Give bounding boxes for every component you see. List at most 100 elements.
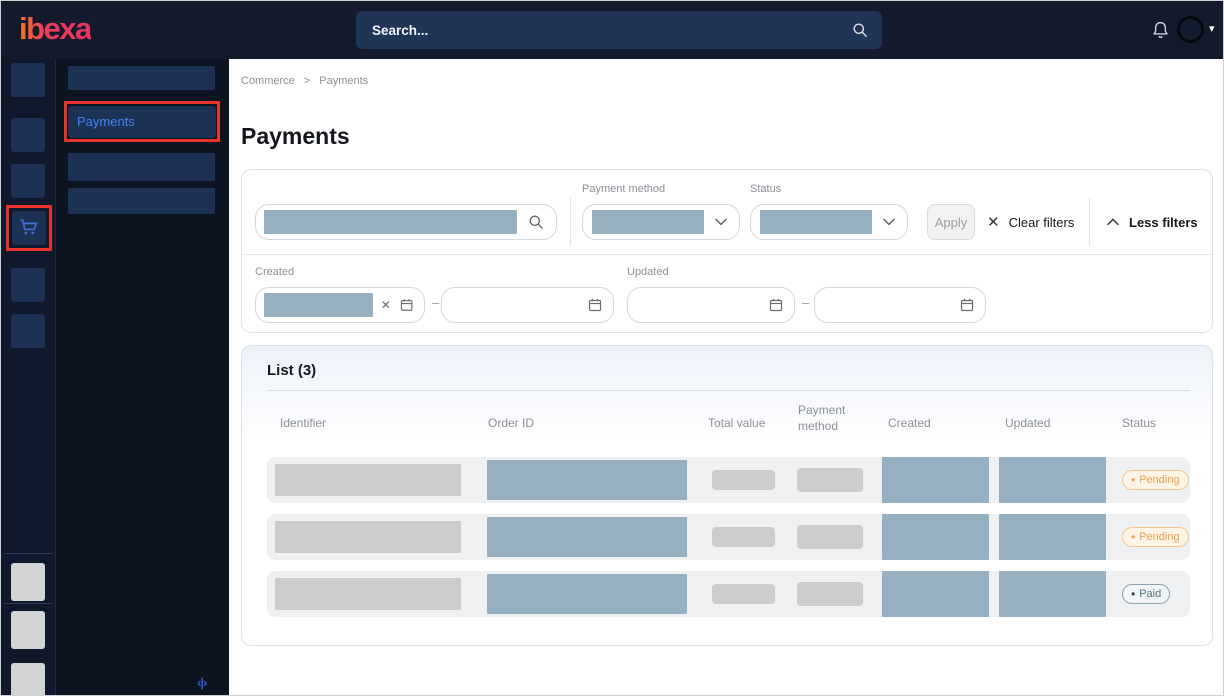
redacted-payment-method xyxy=(797,525,863,549)
redacted-created xyxy=(882,571,989,617)
notifications-bell-icon[interactable] xyxy=(1151,20,1170,40)
chevron-down-icon xyxy=(883,218,895,226)
status-dot-icon: • xyxy=(1131,588,1135,600)
updated-label: Updated xyxy=(627,266,669,278)
rail-item-5[interactable] xyxy=(11,268,45,302)
status-badge: • Pending xyxy=(1122,470,1189,490)
search-icon xyxy=(852,22,868,38)
range-dash: – xyxy=(802,295,809,310)
range-dash: – xyxy=(432,295,439,310)
search-icon xyxy=(528,214,544,230)
rail-item-bottom-1[interactable] xyxy=(11,563,45,601)
payment-method-label: Payment method xyxy=(582,183,665,195)
redacted-order-id xyxy=(487,574,687,614)
main-content: Commerce > Payments Payments Payment met… xyxy=(229,59,1224,696)
global-search-input[interactable]: Search... xyxy=(356,11,882,49)
redacted-payment-method-value xyxy=(592,210,704,234)
annotation-box-cart xyxy=(6,205,52,251)
filter-divider xyxy=(1089,198,1090,246)
redacted-updated xyxy=(999,571,1106,617)
clear-filters-button[interactable]: ✕ Clear filters xyxy=(987,204,1074,240)
redacted-created-from-value xyxy=(264,293,373,317)
redacted-total-value xyxy=(712,470,775,490)
icon-rail xyxy=(1,59,56,696)
commerce-cart-icon[interactable] xyxy=(12,211,46,245)
filters-row-divider xyxy=(242,254,1212,255)
list-card: List (3) Identifier Order ID Total value… xyxy=(241,345,1213,646)
redacted-created xyxy=(882,457,989,503)
column-total-value: Total value xyxy=(708,416,765,430)
redacted-total-value xyxy=(712,584,775,604)
updated-from-input[interactable] xyxy=(627,287,795,323)
filters-card: Payment method Status Apply ✕ Clear filt… xyxy=(241,169,1213,333)
created-from-input[interactable]: ✕ xyxy=(255,287,425,323)
rail-item-bottom-2[interactable] xyxy=(11,611,45,649)
calendar-icon[interactable] xyxy=(959,297,975,313)
status-badge-label: Pending xyxy=(1139,531,1179,543)
annotation-box-payments: Payments xyxy=(64,101,220,142)
close-icon[interactable]: ✕ xyxy=(381,298,391,312)
breadcrumb: Commerce > Payments xyxy=(241,75,368,87)
list-title: List (3) xyxy=(267,362,316,379)
table-row[interactable]: • Pending xyxy=(267,514,1190,560)
created-to-input[interactable] xyxy=(441,287,614,323)
clear-filters-label: Clear filters xyxy=(1009,215,1075,230)
rail-item-3[interactable] xyxy=(11,164,45,198)
redacted-identifier xyxy=(275,578,461,610)
status-badge-label: Paid xyxy=(1139,588,1161,600)
calendar-icon[interactable] xyxy=(399,297,414,313)
filter-search-input[interactable] xyxy=(255,204,557,240)
calendar-icon[interactable] xyxy=(587,297,603,313)
redacted-status-value xyxy=(760,210,872,234)
column-identifier: Identifier xyxy=(280,416,326,430)
subnav-item-4[interactable] xyxy=(68,188,215,214)
subnav-payments-label: Payments xyxy=(77,114,135,129)
chevron-down-icon xyxy=(715,218,727,226)
breadcrumb-commerce[interactable]: Commerce xyxy=(241,75,295,87)
rail-item-bottom-3[interactable] xyxy=(11,663,45,696)
rail-divider xyxy=(5,553,52,554)
redacted-payment-method xyxy=(797,468,863,492)
created-label: Created xyxy=(255,266,294,278)
column-created: Created xyxy=(888,416,931,430)
redacted-search-value xyxy=(264,210,517,234)
less-filters-label: Less filters xyxy=(1129,215,1198,230)
apply-button[interactable]: Apply xyxy=(927,204,975,240)
table-row[interactable]: • Paid xyxy=(267,571,1190,617)
ibexa-admin-window: ibexa Search... ▾ Payments xyxy=(0,0,1224,696)
user-avatar[interactable] xyxy=(1177,16,1204,43)
breadcrumb-payments[interactable]: Payments xyxy=(319,75,368,87)
table-row[interactable]: • Pending xyxy=(267,457,1190,503)
redacted-created xyxy=(882,514,989,560)
subnav-item-3[interactable] xyxy=(68,153,215,181)
column-payment-method: Payment method xyxy=(798,403,856,434)
status-select[interactable] xyxy=(750,204,908,240)
redacted-updated xyxy=(999,514,1106,560)
redacted-updated xyxy=(999,457,1106,503)
rail-item-2[interactable] xyxy=(11,118,45,152)
subnav-item-1[interactable] xyxy=(68,66,215,90)
subnav-panel: Payments ‹|› xyxy=(56,59,229,696)
redacted-identifier xyxy=(275,521,461,553)
filter-divider xyxy=(570,198,571,246)
rail-divider xyxy=(5,603,52,604)
redacted-payment-method xyxy=(797,582,863,606)
status-dot-icon: • xyxy=(1131,474,1135,486)
ibexa-logo: ibexa xyxy=(19,11,91,47)
updated-to-input[interactable] xyxy=(814,287,986,323)
subnav-item-payments[interactable]: Payments xyxy=(68,106,216,138)
list-divider xyxy=(267,390,1190,391)
close-icon: ✕ xyxy=(987,213,1000,231)
page-title: Payments xyxy=(241,123,350,150)
sidebar-collapse-icon[interactable]: ‹|› xyxy=(197,675,206,690)
column-status: Status xyxy=(1122,416,1156,430)
calendar-icon[interactable] xyxy=(768,297,784,313)
status-label: Status xyxy=(750,183,781,195)
rail-item-6[interactable] xyxy=(11,314,45,348)
less-filters-toggle[interactable]: Less filters xyxy=(1107,204,1198,240)
payment-method-select[interactable] xyxy=(582,204,740,240)
user-menu-caret-icon[interactable]: ▾ xyxy=(1209,22,1215,35)
redacted-order-id xyxy=(487,460,687,500)
redacted-total-value xyxy=(712,527,775,547)
rail-item-1[interactable] xyxy=(11,63,45,97)
